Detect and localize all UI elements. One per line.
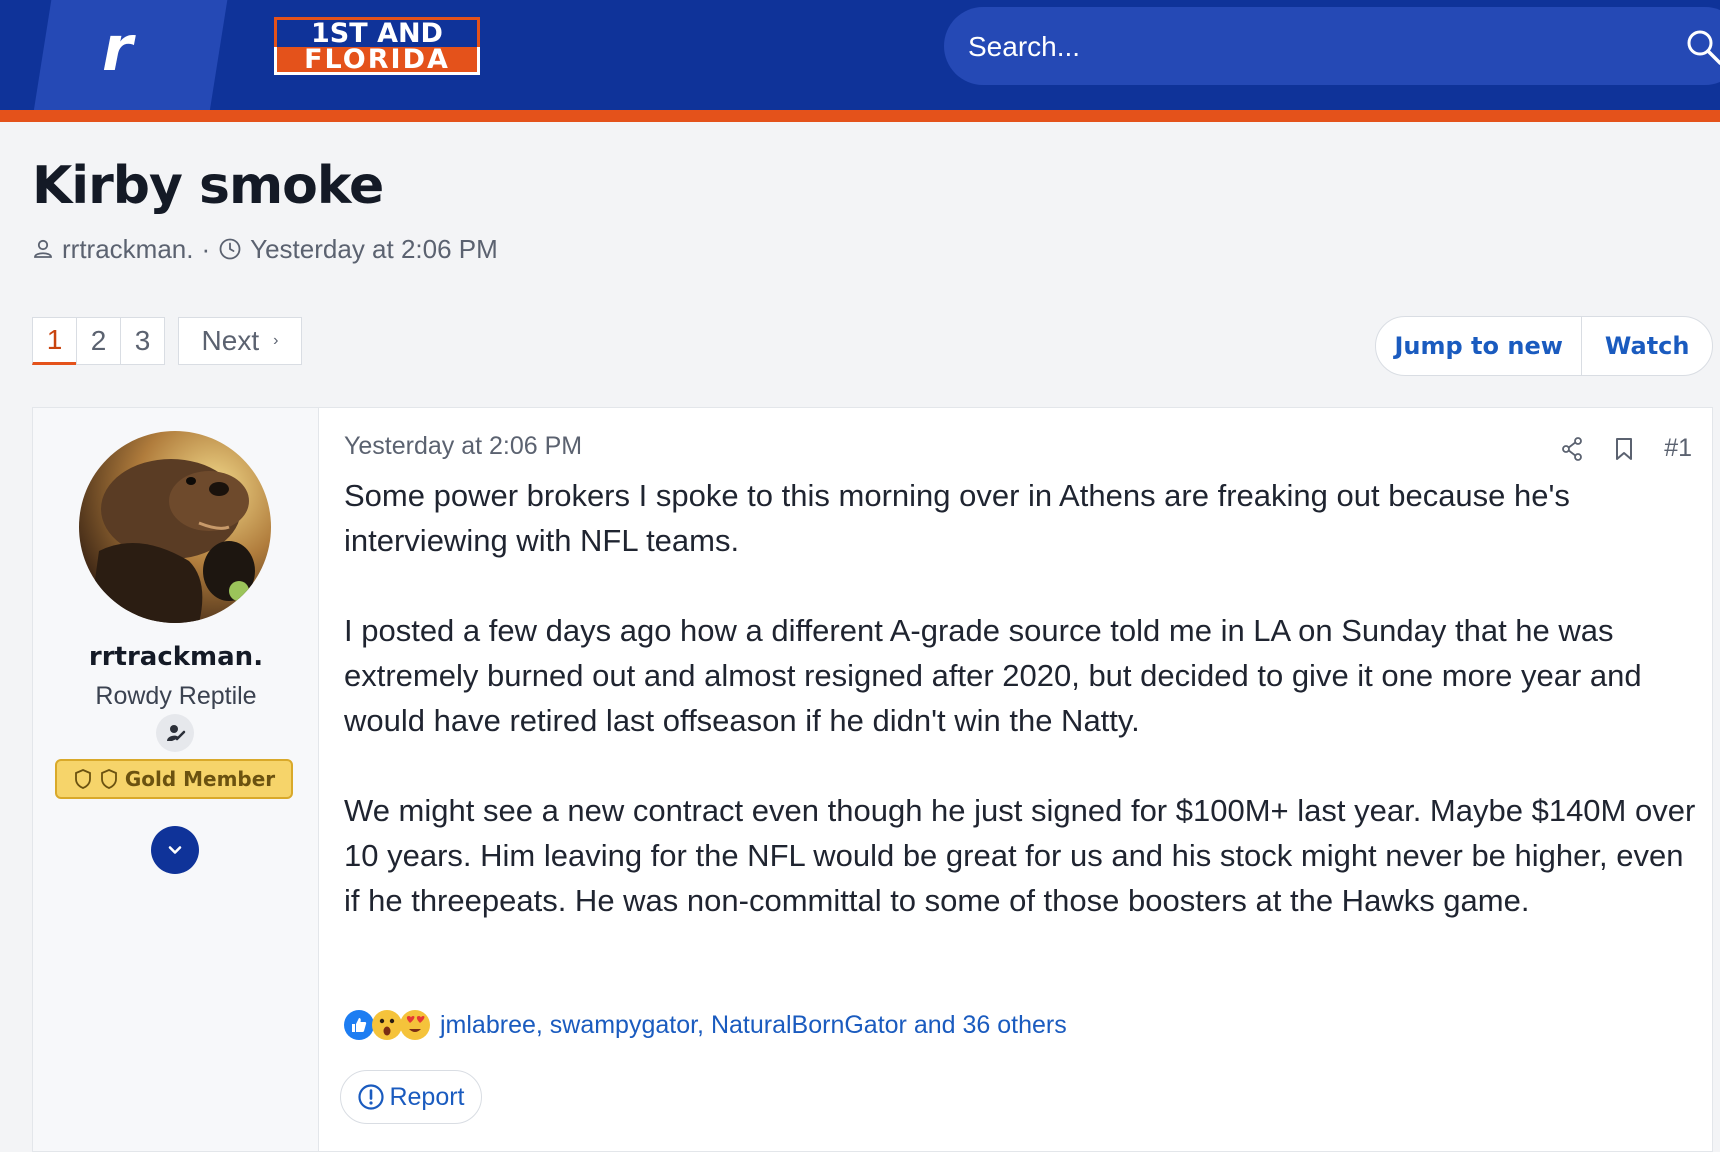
post-tools: #1: [1530, 434, 1692, 463]
post-username[interactable]: rrtrackman.: [33, 642, 319, 672]
page-3-button[interactable]: 3: [120, 317, 165, 365]
post-paragraph: Some power brokers I spoke to this morni…: [344, 478, 1570, 558]
alert-circle-icon: [358, 1084, 385, 1110]
user-icon: [34, 239, 52, 258]
love-icon: [400, 1010, 430, 1040]
chevron-down-icon: [168, 846, 182, 854]
post-body: Some power brokers I spoke to this morni…: [344, 473, 1699, 968]
watch-button[interactable]: Watch: [1582, 317, 1712, 375]
clock-icon: [219, 238, 241, 260]
pagination: 1 2 3 Next ›: [32, 317, 302, 365]
site-logo-line1: 1ST AND TEN: [274, 17, 480, 76]
avatar[interactable]: [79, 431, 271, 623]
site-logo[interactable]: 1ST AND TEN FLORIDA: [274, 17, 480, 76]
post-number-link[interactable]: #1: [1664, 434, 1692, 463]
page-2-button[interactable]: 2: [76, 317, 121, 365]
chevron-right-icon: ›: [273, 332, 279, 349]
report-button[interactable]: Report: [340, 1070, 482, 1124]
next-page-label: Next: [201, 325, 260, 356]
thread-meta: rrtrackman. · Yesterday at 2:06 PM: [32, 232, 498, 266]
post-user-title: Rowdy Reptile: [95, 682, 257, 710]
post-content: Yesterday at 2:06 PM #1 Some power broke…: [319, 408, 1714, 1151]
shield-icon: [74, 769, 91, 789]
post-paragraph: We might see a new contract even though …: [344, 793, 1696, 918]
search-icon[interactable]: [1684, 27, 1720, 67]
wow-icon: [372, 1010, 402, 1040]
jump-to-new-button[interactable]: Jump to new: [1376, 317, 1583, 375]
post-paragraph: I posted a few days ago how a different …: [344, 613, 1642, 738]
shield-icon: [100, 769, 117, 789]
like-icon: [344, 1010, 374, 1040]
thread-title: Kirby smoke: [32, 156, 384, 216]
bookmark-icon[interactable]: [1614, 437, 1634, 461]
meta-separator: ·: [201, 233, 211, 264]
report-label: Report: [389, 1082, 465, 1111]
page-1-button[interactable]: 1: [32, 317, 77, 365]
post-date[interactable]: Yesterday at 2:06 PM: [344, 432, 582, 461]
expand-user-info-button[interactable]: [151, 826, 199, 874]
site-header: r 1ST AND TEN FLORIDA: [0, 0, 1720, 122]
gold-member-badge: Gold Member: [55, 759, 293, 799]
reaction-users-link[interactable]: jmlabree, swampygator, NaturalBornGator …: [440, 1011, 1067, 1040]
search-input[interactable]: [966, 7, 1590, 87]
brand-logo[interactable]: r: [102, 18, 133, 80]
otter-avatar-image: [79, 431, 271, 623]
thread-author[interactable]: rrtrackman.: [62, 234, 193, 265]
reaction-bar: jmlabree, swampygator, NaturalBornGator …: [344, 1008, 1067, 1042]
thread-actions: Jump to new Watch: [1375, 316, 1713, 376]
member-status-icon: [156, 714, 194, 752]
site-logo-line2: FLORIDA: [274, 46, 480, 75]
thread-start-date[interactable]: Yesterday at 2:06 PM: [250, 234, 498, 265]
next-page-button[interactable]: Next ›: [178, 317, 302, 365]
share-icon[interactable]: [1560, 436, 1584, 462]
reaction-icons[interactable]: [344, 1008, 436, 1042]
post-user-panel: rrtrackman. Rowdy Reptile Gold Member: [33, 408, 319, 1151]
badge-label: Gold Member: [124, 767, 276, 791]
search-bar[interactable]: [944, 7, 1720, 87]
header-accent-stripe: [0, 110, 1720, 122]
post: rrtrackman. Rowdy Reptile Gold Member Ye…: [32, 407, 1713, 1152]
